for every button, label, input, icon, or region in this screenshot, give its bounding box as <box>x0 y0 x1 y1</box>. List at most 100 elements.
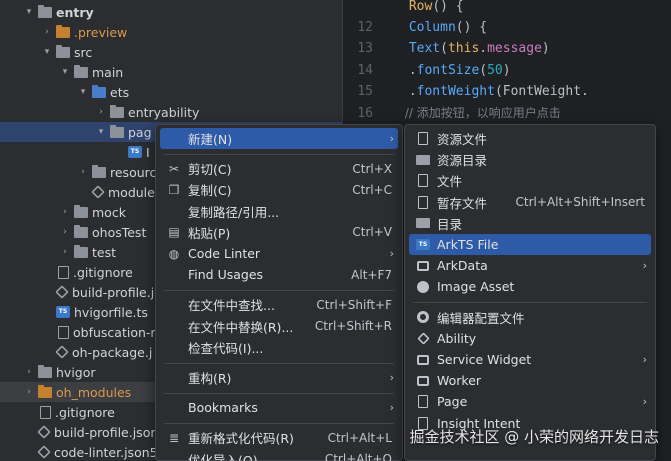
file-icon <box>40 405 51 419</box>
folder-icon <box>74 205 88 218</box>
line-number: 14 <box>357 62 373 78</box>
menu-copy[interactable]: ❐ 复制(C) Ctrl+C <box>160 179 398 200</box>
menu-bookmarks[interactable]: Bookmarks › <box>160 397 398 418</box>
menu-separator <box>164 153 394 155</box>
menu-item-label: 资源目录 <box>437 153 488 169</box>
tree-row-label: mock <box>92 204 126 220</box>
new-page[interactable]: Page › <box>409 391 651 412</box>
tree-row[interactable]: ▾ ets <box>0 82 342 102</box>
shortcut-hint: Alt+F7 <box>351 267 392 282</box>
menu-item-label: Code Linter <box>188 246 261 261</box>
new-scratch-file[interactable]: 暂存文件 Ctrl+Alt+Shift+Insert <box>409 192 651 213</box>
menu-separator <box>164 289 394 291</box>
menu-reformat[interactable]: ≣ 重新格式化代码(R) Ctrl+Alt+L <box>160 427 398 448</box>
menu-new[interactable]: 新建(N) › <box>160 128 398 149</box>
menu-item-label: 粘贴(P) <box>188 225 231 241</box>
tree-row[interactable]: › entryability <box>0 102 342 122</box>
code-text: .fontWeight(FontWeight. <box>401 83 589 99</box>
folder-icon <box>110 125 124 138</box>
chevron-right-icon[interactable]: › <box>58 207 72 217</box>
tree-row[interactable]: ▾ src <box>0 42 342 62</box>
menu-find-in-files[interactable]: 在文件中查找... Ctrl+Shift+F <box>160 294 398 315</box>
scratch-file-icon <box>415 194 431 210</box>
tree-row-label: module <box>108 184 155 200</box>
line-number: 12 <box>357 20 373 36</box>
tree-row-label: ohosTest <box>92 224 147 240</box>
code-line[interactable]: 16 // 添加按钮，以响应用户点击 <box>343 102 671 124</box>
new-arkdata[interactable]: ArkData › <box>409 255 651 276</box>
empty-icon-slot <box>166 451 182 461</box>
code-line[interactable]: 15 .fontWeight(FontWeight. <box>343 81 671 103</box>
context-menu: 新建(N) › ✂ 剪切(C) Ctrl+X ❐ 复制(C) Ctrl+C 复制路径/引用...… <box>155 124 403 461</box>
menu-find-usages[interactable]: Find Usages Alt+F7 <box>160 264 398 285</box>
menu-item-label: ArkData <box>437 258 488 274</box>
menu-item-label: ArkTS File <box>437 237 499 252</box>
ts-file-icon: TS <box>56 306 70 318</box>
chevron-down-icon[interactable]: ▾ <box>22 7 36 17</box>
paste-icon: ▤ <box>168 225 180 240</box>
menu-replace-in-files[interactable]: 在文件中替换(R)... Ctrl+Shift+R <box>160 316 398 337</box>
submenu-arrow-icon: › <box>642 395 647 409</box>
chevron-right-icon[interactable]: › <box>22 367 36 377</box>
new-file[interactable]: 文件 <box>409 170 651 191</box>
chevron-down-icon[interactable]: ▾ <box>94 127 108 137</box>
menu-refactor[interactable]: 重构(R) › <box>160 367 398 388</box>
menu-paste[interactable]: ▤ 粘贴(P) Ctrl+V <box>160 222 398 243</box>
empty-icon-slot <box>166 400 182 416</box>
arkdata-icon <box>415 258 431 274</box>
new-editor-config[interactable]: 编辑器配置文件 <box>409 307 651 328</box>
menu-item-label: Ability <box>437 330 477 346</box>
code-line[interactable]: 14 .fontSize(50) <box>343 60 671 82</box>
tree-row[interactable]: ▾ main <box>0 62 342 82</box>
new-ability[interactable]: Ability <box>409 328 651 349</box>
chevron-down-icon[interactable]: ▾ <box>40 47 54 57</box>
new-worker[interactable]: Worker <box>409 370 651 391</box>
new-image-asset[interactable]: Image Asset <box>409 276 651 297</box>
chevron-right-icon[interactable]: › <box>40 27 54 37</box>
tree-row[interactable]: ▾ entry <box>0 2 342 22</box>
folder-icon <box>74 245 88 258</box>
empty-icon-slot <box>166 370 182 386</box>
new-arkts-file[interactable]: TS ArkTS File <box>409 234 651 255</box>
folder-icon <box>92 85 106 98</box>
menu-copy-path[interactable]: 复制路径/引用... <box>160 201 398 222</box>
chevron-down-icon[interactable]: ▾ <box>76 87 90 97</box>
menu-optimize-imports[interactable]: 优化导入(O) Ctrl+Alt+O <box>160 449 398 461</box>
new-resource-dir[interactable]: 资源目录 <box>409 149 651 170</box>
new-resource-file[interactable]: 资源文件 <box>409 128 651 149</box>
folder-icon <box>38 365 52 378</box>
file-icon <box>415 173 431 189</box>
menu-separator <box>413 302 647 304</box>
submenu-arrow-icon: › <box>389 401 394 415</box>
menu-cut[interactable]: ✂ 剪切(C) Ctrl+X <box>160 158 398 179</box>
menu-item-label: Bookmarks <box>188 400 258 416</box>
code-line[interactable]: Row() { <box>343 0 671 18</box>
menu-code-linter[interactable]: ◍ Code Linter › <box>160 243 398 264</box>
tree-row-label: I <box>146 144 150 160</box>
menu-item-label: 文件 <box>437 174 463 190</box>
chevron-right-icon[interactable]: › <box>76 167 90 177</box>
menu-item-label: 重构(R) <box>188 371 232 386</box>
tree-row[interactable]: › .preview <box>0 22 342 42</box>
menu-inspect-code[interactable]: 检查代码(I)... <box>160 337 398 358</box>
chevron-right-icon[interactable]: › <box>94 107 108 117</box>
chevron-right-icon[interactable]: › <box>58 227 72 237</box>
shortcut-hint: Ctrl+V <box>352 225 392 240</box>
chevron-down-icon[interactable]: ▾ <box>58 67 72 77</box>
new-directory[interactable]: 目录 <box>409 213 651 234</box>
file-icon <box>58 325 69 339</box>
tree-row-label: obfuscation-r <box>73 324 156 340</box>
res-dir-icon <box>415 152 431 168</box>
shortcut-hint: Ctrl+X <box>352 161 392 176</box>
shortcut-hint: Ctrl+C <box>352 182 392 197</box>
new-submenu: 资源文件资源目录文件暂存文件 Ctrl+Alt+Shift+Insert 目录 TS A… <box>404 124 656 461</box>
new-service-widget[interactable]: Service Widget › <box>409 349 651 370</box>
chevron-right-icon[interactable]: › <box>58 247 72 257</box>
code-line[interactable]: 12 Column() { <box>343 17 671 39</box>
json-file-icon <box>91 185 105 199</box>
menu-separator <box>164 362 394 364</box>
chevron-right-icon[interactable]: › <box>22 387 36 397</box>
code-line[interactable]: 13 Text(this.message) <box>343 38 671 60</box>
tree-row-label: ets <box>110 84 130 100</box>
tree-row-label: entry <box>56 4 94 20</box>
